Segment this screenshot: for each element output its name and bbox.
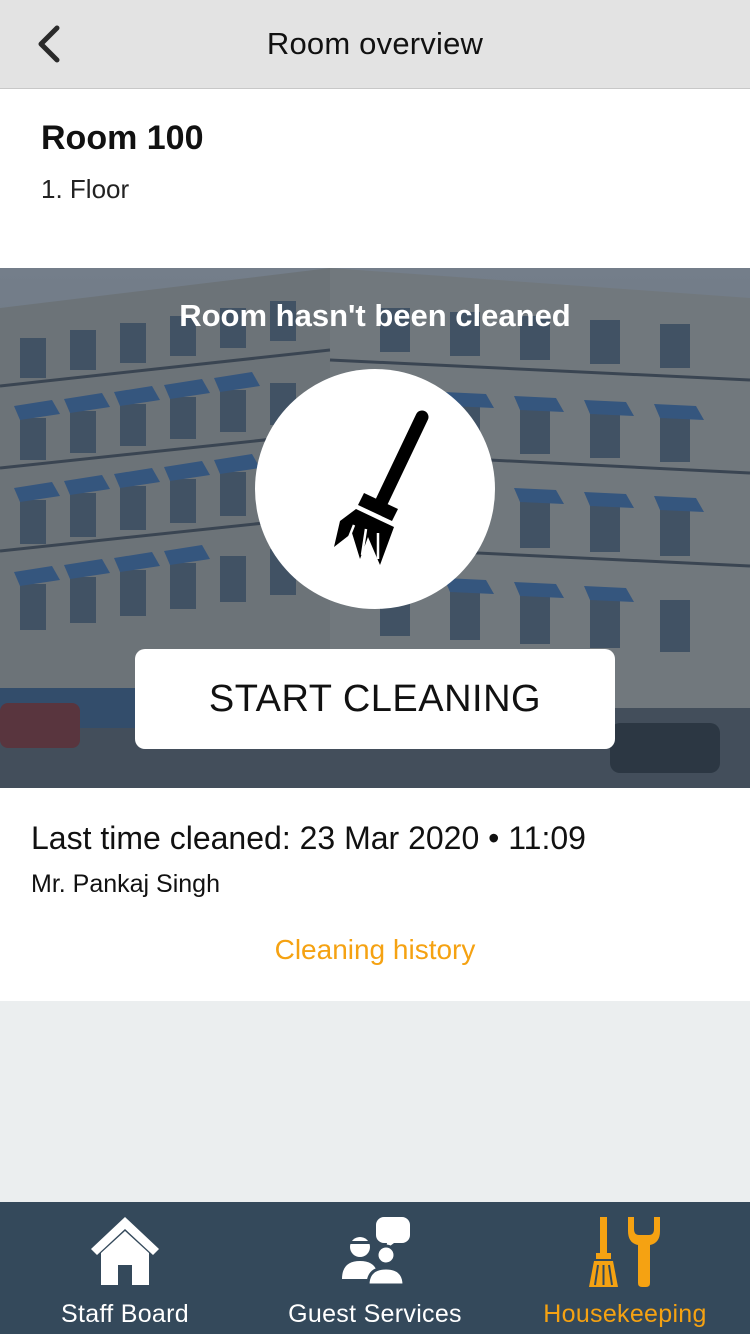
- tab-label: Housekeeping: [543, 1300, 707, 1328]
- tab-staff-board[interactable]: Staff Board: [0, 1202, 250, 1334]
- chevron-left-icon: [38, 25, 60, 63]
- last-cleaned-section: Last time cleaned: 23 Mar 2020 • 11:09 M…: [0, 788, 750, 1001]
- room-floor: 1. Floor: [41, 174, 130, 204]
- broom-badge: [255, 369, 495, 609]
- back-button[interactable]: [22, 18, 74, 70]
- page-title: Room overview: [266, 26, 484, 61]
- cleaning-status-panel: Room hasn't been cleaned START CLEANING: [0, 268, 750, 788]
- tab-label: Guest Services: [288, 1300, 462, 1328]
- tab-bar: Staff Board Guest Services Housekeeping: [0, 1202, 750, 1334]
- navigation-bar: Room overview: [0, 0, 750, 89]
- broom-icon: [334, 410, 429, 565]
- tab-label: Staff Board: [61, 1300, 189, 1328]
- tab-housekeeping[interactable]: Housekeeping: [500, 1202, 750, 1334]
- broom-wrench-icon: [589, 1217, 660, 1287]
- room-name: Room 100: [41, 119, 204, 157]
- start-cleaning-button[interactable]: START CLEANING: [135, 649, 615, 749]
- cleaning-history-link[interactable]: Cleaning history: [0, 934, 750, 966]
- cleaning-status-text: Room hasn't been cleaned: [179, 298, 571, 333]
- tab-guest-services[interactable]: Guest Services: [250, 1202, 500, 1334]
- house-icon: [91, 1217, 159, 1285]
- guests-chat-icon: [342, 1217, 410, 1287]
- last-cleaned-text: Last time cleaned: 23 Mar 2020 • 11:09: [31, 820, 586, 856]
- room-header: Room 100 1. Floor: [0, 89, 750, 268]
- cleaner-name: Mr. Pankaj Singh: [31, 870, 220, 898]
